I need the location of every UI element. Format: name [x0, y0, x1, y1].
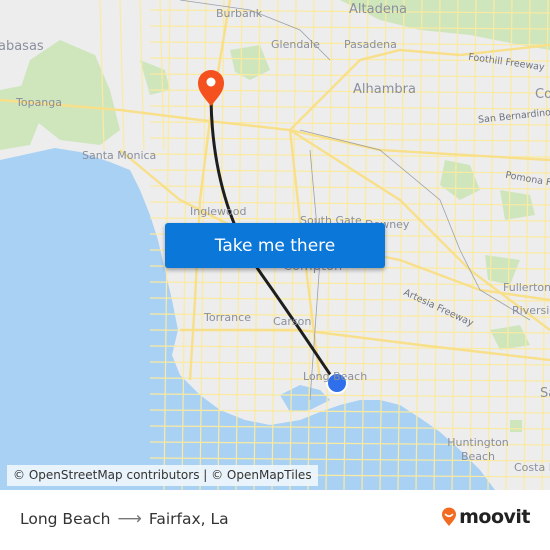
place-label-alhambra: Alhambra	[353, 82, 416, 97]
moovit-wordmark: moovit	[459, 506, 530, 528]
route-destination: Fairfax, La	[148, 510, 229, 528]
destination-pin-icon[interactable]	[198, 70, 224, 106]
place-label-calabasas: abasas	[0, 39, 44, 54]
place-label-huntington-beach: Huntington Beach	[447, 436, 509, 463]
street	[149, 393, 550, 398]
route-title: Long Beach ⟶ Fairfax, La	[20, 509, 229, 529]
street	[139, 0, 145, 151]
place-label-costa-mesa: Costa M	[514, 461, 550, 474]
street	[469, 0, 477, 490]
street	[505, 0, 513, 490]
take-me-there-button[interactable]: Take me there	[165, 223, 385, 268]
place-label-santa-monica: Santa Monica	[82, 149, 157, 162]
street	[149, 169, 550, 174]
route-origin: Long Beach	[20, 510, 111, 528]
map-attribution[interactable]: © OpenStreetMap contributors | © OpenMap…	[7, 465, 318, 486]
place-label-altadena: Altadena	[349, 2, 408, 17]
place-label-covina: Co	[535, 87, 550, 102]
street	[415, 0, 423, 490]
street	[487, 0, 495, 490]
street	[523, 0, 531, 490]
street	[149, 185, 550, 190]
place-label-burbank: Burbank	[216, 7, 263, 20]
place-label-fullerton: Fullerton	[503, 281, 550, 294]
map-view[interactable]: Burbank Altadena abasas Glendale Pasaden…	[0, 0, 550, 490]
place-label-glendale: Glendale	[271, 38, 320, 51]
place-label-inglewood: Inglewood	[190, 205, 247, 218]
place-label-riverside: Riverside	[512, 304, 550, 317]
moovit-pin-icon	[442, 507, 457, 526]
street	[541, 0, 549, 490]
place-label-santa-ana: Sa	[540, 386, 550, 401]
street	[433, 0, 441, 490]
place-label-topanga: Topanga	[16, 96, 62, 109]
footer-bar: Long Beach ⟶ Fairfax, La moovit	[0, 490, 550, 550]
place-label-carson: Carson	[273, 315, 312, 328]
place-label-long-beach: Long Beach	[303, 370, 368, 383]
moovit-logo[interactable]: moovit	[441, 506, 530, 528]
street	[149, 137, 550, 142]
place-label-torrance: Torrance	[204, 311, 251, 324]
harbor	[280, 385, 330, 412]
place-label-pasadena: Pasadena	[344, 38, 397, 51]
street	[451, 0, 459, 490]
arrow-right-icon: ⟶	[117, 509, 142, 529]
street	[119, 0, 125, 151]
